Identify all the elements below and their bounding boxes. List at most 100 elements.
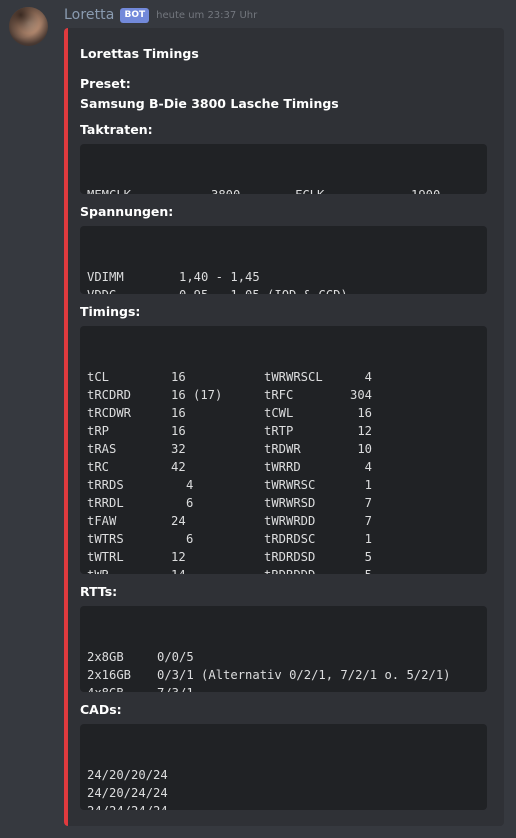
taktraten-cell: 3800: [211, 186, 295, 194]
timings-cell: 16: [171, 406, 186, 420]
timings-cell: 24: [171, 514, 186, 528]
timings-row: tRAS 32 tRDWR 10: [87, 440, 480, 458]
timings-cell: tWRWRSC: [264, 478, 316, 492]
avatar[interactable]: [9, 7, 48, 46]
timings-cell: tWRWRDD: [264, 514, 316, 528]
codeblock-taktraten: MEMCLK3800FCLK1900PowerDownModeDisabledG…: [80, 144, 487, 194]
cads-row: 24/20/24/24: [87, 784, 480, 802]
timings-row: tWTRL 12 tRDRDSD 5: [87, 548, 480, 566]
spannungen-cell: VDDG: [87, 286, 179, 294]
spannungen-row: VDDG0,95 - 1,05 (IOD & CCD): [87, 286, 480, 294]
field-name-taktraten: Taktraten:: [80, 122, 153, 137]
timings-cell: tRP: [87, 424, 110, 438]
timings-row: tWTRS 6 tRDRDSC 1: [87, 530, 480, 548]
timings-cell: tWTRL: [87, 550, 124, 564]
timings-cell: 16 (17): [171, 388, 223, 402]
timings-cell: 16: [171, 370, 186, 384]
timings-cell: tRAS: [87, 442, 117, 456]
timings-cell: 12: [357, 424, 372, 438]
timings-cell: tWRWRSD: [264, 496, 316, 510]
timings-cell: tWTRS: [87, 532, 124, 546]
author-name[interactable]: Loretta: [64, 7, 114, 23]
timings-cell: 5: [364, 550, 372, 564]
rtts-row: 2x8GB 0/0/5: [87, 648, 480, 666]
timings-cell: tRDWR: [264, 442, 301, 456]
field-name-timings: Timings:: [80, 304, 141, 319]
timings-cell: tRFC: [264, 388, 294, 402]
timings-cell: 6: [186, 496, 194, 510]
cads-cell: 24/20/20/24: [87, 768, 168, 782]
field-name-cads: CADs:: [80, 702, 122, 717]
timings-cell: tRDRDSD: [264, 550, 316, 564]
cads-cell: 24/20/24/24: [87, 786, 168, 800]
cads-row: 24/24/24/24: [87, 802, 480, 810]
timings-row: tRCDWR 16 tCWL 16: [87, 404, 480, 422]
codeblock-timings: tCL 16 tWRWRSCL 4 tRCDRD 16 (17) tRFC 304 tRCDWR…: [80, 326, 487, 574]
message-timestamp: heute um 23:37 Uhr: [156, 9, 258, 21]
timings-cell: 32: [171, 442, 186, 456]
avatar-image: [9, 7, 48, 46]
taktraten-cell: MEMCLK: [87, 186, 211, 194]
timings-cell: tRRDS: [87, 478, 124, 492]
timings-cell: 6: [186, 532, 194, 546]
taktraten-cell: 1900: [411, 186, 481, 194]
spannungen-cell: VDIMM: [87, 270, 124, 284]
timings-row: tCL 16 tWRWRSCL 4: [87, 368, 480, 386]
timings-cell: 16: [171, 424, 186, 438]
timings-cell: 14: [171, 566, 264, 574]
spannungen-row: VDIMM 1,40 - 1,45: [87, 268, 480, 286]
timings-cell: tCWL: [264, 406, 294, 420]
field-name-preset: Preset:: [80, 76, 131, 91]
timings-cell: 12: [171, 550, 186, 564]
codeblock-rtts: 2x8GB 0/0/5 2x16GB 0/3/1 (Alternativ 0/2/1,…: [80, 606, 487, 692]
timings-cell: 4: [364, 370, 372, 384]
timings-cell: 16: [357, 406, 372, 420]
timings-row: tRRDL 6 tWRWRSD 7: [87, 494, 480, 512]
timings-cell: tRDRDSC: [264, 532, 316, 546]
timings-cell: tRCDRD: [87, 388, 132, 402]
field-name-rtts: RTTs:: [80, 584, 118, 599]
timings-cell: 4: [186, 478, 194, 492]
taktraten-cell: FCLK: [295, 186, 411, 194]
field-value-preset: Samsung B-Die 3800 Lasche Timings: [80, 96, 339, 111]
rtts-cell: 2x8GB: [87, 650, 124, 664]
timings-cell: tFAW: [87, 514, 117, 528]
message-header: Loretta BOT heute um 23:37 Uhr: [64, 6, 257, 24]
rtts-row: 4x8GB7/3/1: [87, 684, 480, 692]
bot-badge: BOT: [120, 7, 150, 23]
embed: Lorettas Timings Preset: Samsung B-Die 3…: [64, 28, 504, 826]
timings-cell: 304: [349, 388, 372, 402]
timings-row: tRC 42 tWRRD 4: [87, 458, 480, 476]
codeblock-cads: 24/20/20/2424/20/24/2424/24/24/2460/20/2…: [80, 724, 487, 810]
rtts-cell: 4x8GB: [87, 684, 157, 692]
rtts-row: 2x16GB 0/3/1 (Alternativ 0/2/1, 7/2/1 o. …: [87, 666, 480, 684]
timings-cell: tWRRD: [264, 460, 301, 474]
rtts-cell: 7/3/1: [157, 684, 487, 692]
timings-cell: tRTP: [264, 424, 294, 438]
timings-cell: tRDRDDD: [264, 566, 348, 574]
timings-cell: tRC: [87, 460, 110, 474]
spannungen-cell: 0,95 - 1,05 (IOD & CCD): [179, 286, 469, 294]
timings-row: tRRDS 4 tWRWRSC 1: [87, 476, 480, 494]
chat-message: Loretta BOT heute um 23:37 Uhr Lorettas …: [0, 0, 516, 838]
timings-cell: 4: [364, 460, 372, 474]
timings-cell: tWRWRSCL: [264, 370, 323, 384]
timings-cell: 42: [171, 460, 186, 474]
cads-row: 24/20/20/24: [87, 766, 480, 784]
rtts-cell: 2x16GB: [87, 668, 132, 682]
timings-cell: tCL: [87, 370, 110, 384]
rtts-cell: 0/0/5: [157, 650, 194, 664]
timings-row: tRP 16 tRTP 12: [87, 422, 480, 440]
timings-row: tRCDRD 16 (17) tRFC 304: [87, 386, 480, 404]
codeblock-spannungen: VDIMM1,40 - 1,45VDDG0,95 - 1,05 (IOD & C…: [80, 226, 487, 294]
taktraten-row: MEMCLK3800FCLK1900: [87, 186, 480, 194]
cads-cell: 24/24/24/24: [87, 802, 387, 810]
timings-cell: 7: [364, 514, 372, 528]
timings-cell: tRCDWR: [87, 406, 132, 420]
embed-title: Lorettas Timings: [80, 46, 199, 61]
timings-cell: 1: [364, 532, 372, 546]
timings-cell: 10: [357, 442, 372, 456]
timings-cell: tRRDL: [87, 496, 124, 510]
timings-cell: tWR: [87, 566, 171, 574]
field-name-spannungen: Spannungen:: [80, 204, 174, 219]
